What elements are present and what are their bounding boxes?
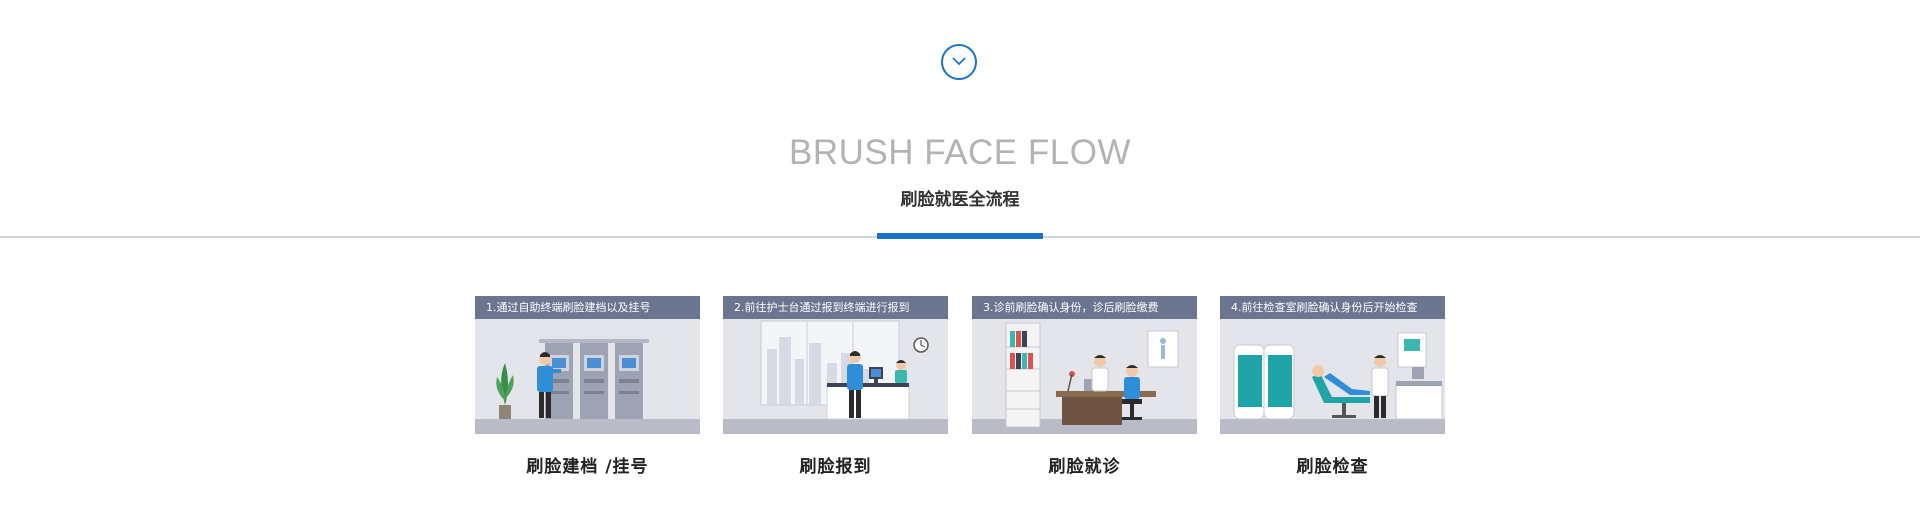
step-card-header: 2.前往护士台通过报到终端进行报到	[723, 296, 948, 319]
step-card-1[interactable]: 1.通过自助终端刷脸建档以及挂号 刷脸建档 /挂号	[475, 296, 700, 477]
scroll-down-button[interactable]	[941, 44, 977, 80]
examination-room-illustration	[1220, 319, 1445, 434]
step-card-label: 刷脸检查	[1296, 457, 1369, 477]
step-card-label: 刷脸建档 /挂号	[526, 457, 649, 477]
step-card-2[interactable]: 2.前往护士台通过报到终端进行报到 刷脸报到	[723, 296, 948, 477]
step-card-label: 刷脸就诊	[1048, 457, 1121, 477]
step-card-4[interactable]: 4.前往检查室刷脸确认身份后开始检查 刷脸检查	[1220, 296, 1445, 477]
step-card-label: 刷脸报到	[799, 457, 872, 477]
step-card-header: 3.诊前刷脸确认身份，诊后刷脸缴费	[972, 296, 1197, 319]
chevron-down-icon	[952, 53, 966, 71]
section-title-en: BRUSH FACE FLOW	[789, 133, 1131, 172]
nurse-station-illustration	[723, 319, 948, 434]
step-card-header: 1.通过自助终端刷脸建档以及挂号	[475, 296, 700, 319]
step-card-header: 4.前往检查室刷脸确认身份后开始检查	[1220, 296, 1445, 319]
kiosk-illustration	[475, 319, 700, 434]
doctor-office-illustration	[972, 319, 1197, 434]
step-card-3[interactable]: 3.诊前刷脸确认身份，诊后刷脸缴费 刷脸就诊	[972, 296, 1197, 477]
section-title-cn: 刷脸就医全流程	[900, 190, 1020, 210]
divider-accent-bar	[877, 233, 1043, 239]
